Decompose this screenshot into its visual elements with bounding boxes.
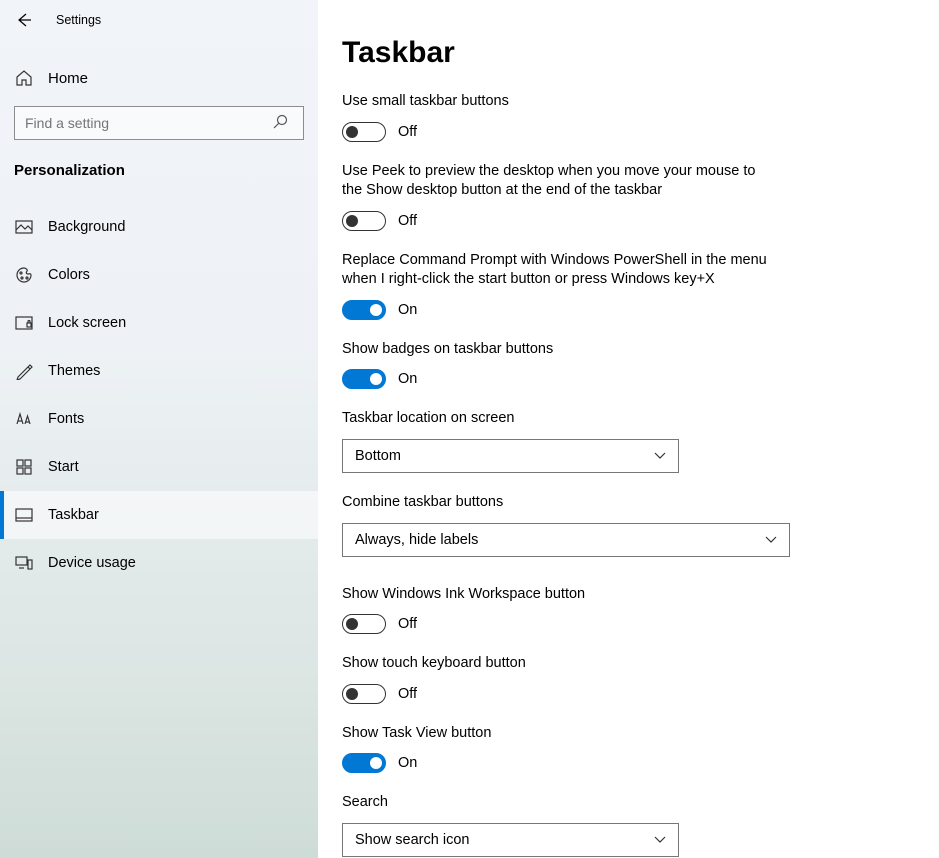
toggle-state: On: [398, 302, 417, 318]
titlebar: Settings: [0, 0, 318, 40]
background-icon: [14, 217, 34, 237]
setting-label: Replace Command Prompt with Windows Powe…: [342, 251, 772, 290]
dropdown-search[interactable]: Show search icon: [342, 823, 679, 857]
sidebar-item-label: Themes: [48, 363, 100, 379]
sidebar-item-start[interactable]: Start: [0, 443, 318, 491]
search-icon: [273, 114, 288, 129]
setting-label: Show Task View button: [342, 724, 772, 744]
setting-label: Show badges on taskbar buttons: [342, 340, 772, 360]
sidebar-nav: Background Colors Lock screen Themes: [0, 203, 318, 587]
toggle-state: Off: [398, 616, 417, 632]
setting-label: Taskbar location on screen: [342, 409, 772, 429]
fonts-icon: [14, 409, 34, 429]
sidebar-item-label: Colors: [48, 267, 90, 283]
dropdown-combine[interactable]: Always, hide labels: [342, 523, 790, 557]
section-title: Personalization: [0, 140, 318, 189]
colors-icon: [14, 265, 34, 285]
lockscreen-icon: [14, 313, 34, 333]
sidebar-item-device-usage[interactable]: Device usage: [0, 539, 318, 587]
chevron-down-icon: [654, 836, 666, 844]
toggle-powershell[interactable]: [342, 300, 386, 320]
device-usage-icon: [14, 553, 34, 573]
toggle-peek[interactable]: [342, 211, 386, 231]
taskbar-icon: [14, 505, 34, 525]
toggle-badges[interactable]: [342, 369, 386, 389]
chevron-down-icon: [765, 536, 777, 544]
dropdown-value: Show search icon: [355, 832, 469, 848]
main-content: Taskbar Use small taskbar buttons Off Us…: [318, 0, 939, 858]
settings-app: Settings Home Personalization Backgro: [0, 0, 939, 858]
sidebar-item-label: Background: [48, 219, 125, 235]
sidebar-item-label: Device usage: [48, 555, 136, 571]
arrow-left-icon: [16, 12, 32, 28]
toggle-small-buttons[interactable]: [342, 122, 386, 142]
setting-touchkb: Show touch keyboard button Off: [342, 654, 772, 704]
page-title: Taskbar: [342, 36, 939, 70]
sidebar-item-home[interactable]: Home: [0, 56, 318, 100]
toggle-state: On: [398, 371, 417, 387]
toggle-taskview[interactable]: [342, 753, 386, 773]
setting-location: Taskbar location on screen Bottom: [342, 409, 772, 473]
sidebar-item-lockscreen[interactable]: Lock screen: [0, 299, 318, 347]
home-label: Home: [48, 70, 88, 87]
sidebar-item-fonts[interactable]: Fonts: [0, 395, 318, 443]
window-title: Settings: [56, 13, 101, 27]
dropdown-location[interactable]: Bottom: [342, 439, 679, 473]
home-icon: [14, 68, 34, 88]
sidebar-item-taskbar[interactable]: Taskbar: [0, 491, 318, 539]
toggle-state: Off: [398, 213, 417, 229]
sidebar-item-background[interactable]: Background: [0, 203, 318, 251]
sidebar-item-label: Lock screen: [48, 315, 126, 331]
sidebar-item-label: Taskbar: [48, 507, 99, 523]
back-button[interactable]: [14, 10, 34, 30]
setting-badges: Show badges on taskbar buttons On: [342, 340, 772, 390]
sidebar-item-colors[interactable]: Colors: [0, 251, 318, 299]
toggle-touchkb[interactable]: [342, 684, 386, 704]
toggle-state: On: [398, 755, 417, 771]
chevron-down-icon: [654, 452, 666, 460]
dropdown-value: Always, hide labels: [355, 532, 478, 548]
sidebar-item-label: Fonts: [48, 411, 84, 427]
setting-label: Show Windows Ink Workspace button: [342, 585, 772, 605]
sidebar-item-label: Start: [48, 459, 79, 475]
setting-ink: Show Windows Ink Workspace button Off: [342, 585, 772, 635]
search-input[interactable]: [14, 106, 304, 140]
toggle-state: Off: [398, 124, 417, 140]
setting-peek: Use Peek to preview the desktop when you…: [342, 162, 772, 231]
setting-label: Combine taskbar buttons: [342, 493, 772, 513]
setting-powershell: Replace Command Prompt with Windows Powe…: [342, 251, 772, 320]
setting-label: Show touch keyboard button: [342, 654, 772, 674]
start-icon: [14, 457, 34, 477]
setting-taskview: Show Task View button On: [342, 724, 772, 774]
setting-search: Search Show search icon: [342, 793, 772, 857]
setting-label: Search: [342, 793, 772, 813]
sidebar-item-themes[interactable]: Themes: [0, 347, 318, 395]
setting-label: Use small taskbar buttons: [342, 92, 772, 112]
dropdown-value: Bottom: [355, 448, 401, 464]
toggle-ink[interactable]: [342, 614, 386, 634]
sidebar: Settings Home Personalization Backgro: [0, 0, 318, 858]
setting-combine: Combine taskbar buttons Always, hide lab…: [342, 493, 772, 557]
themes-icon: [14, 361, 34, 381]
toggle-state: Off: [398, 686, 417, 702]
setting-label: Use Peek to preview the desktop when you…: [342, 162, 772, 201]
setting-small-buttons: Use small taskbar buttons Off: [342, 92, 772, 142]
